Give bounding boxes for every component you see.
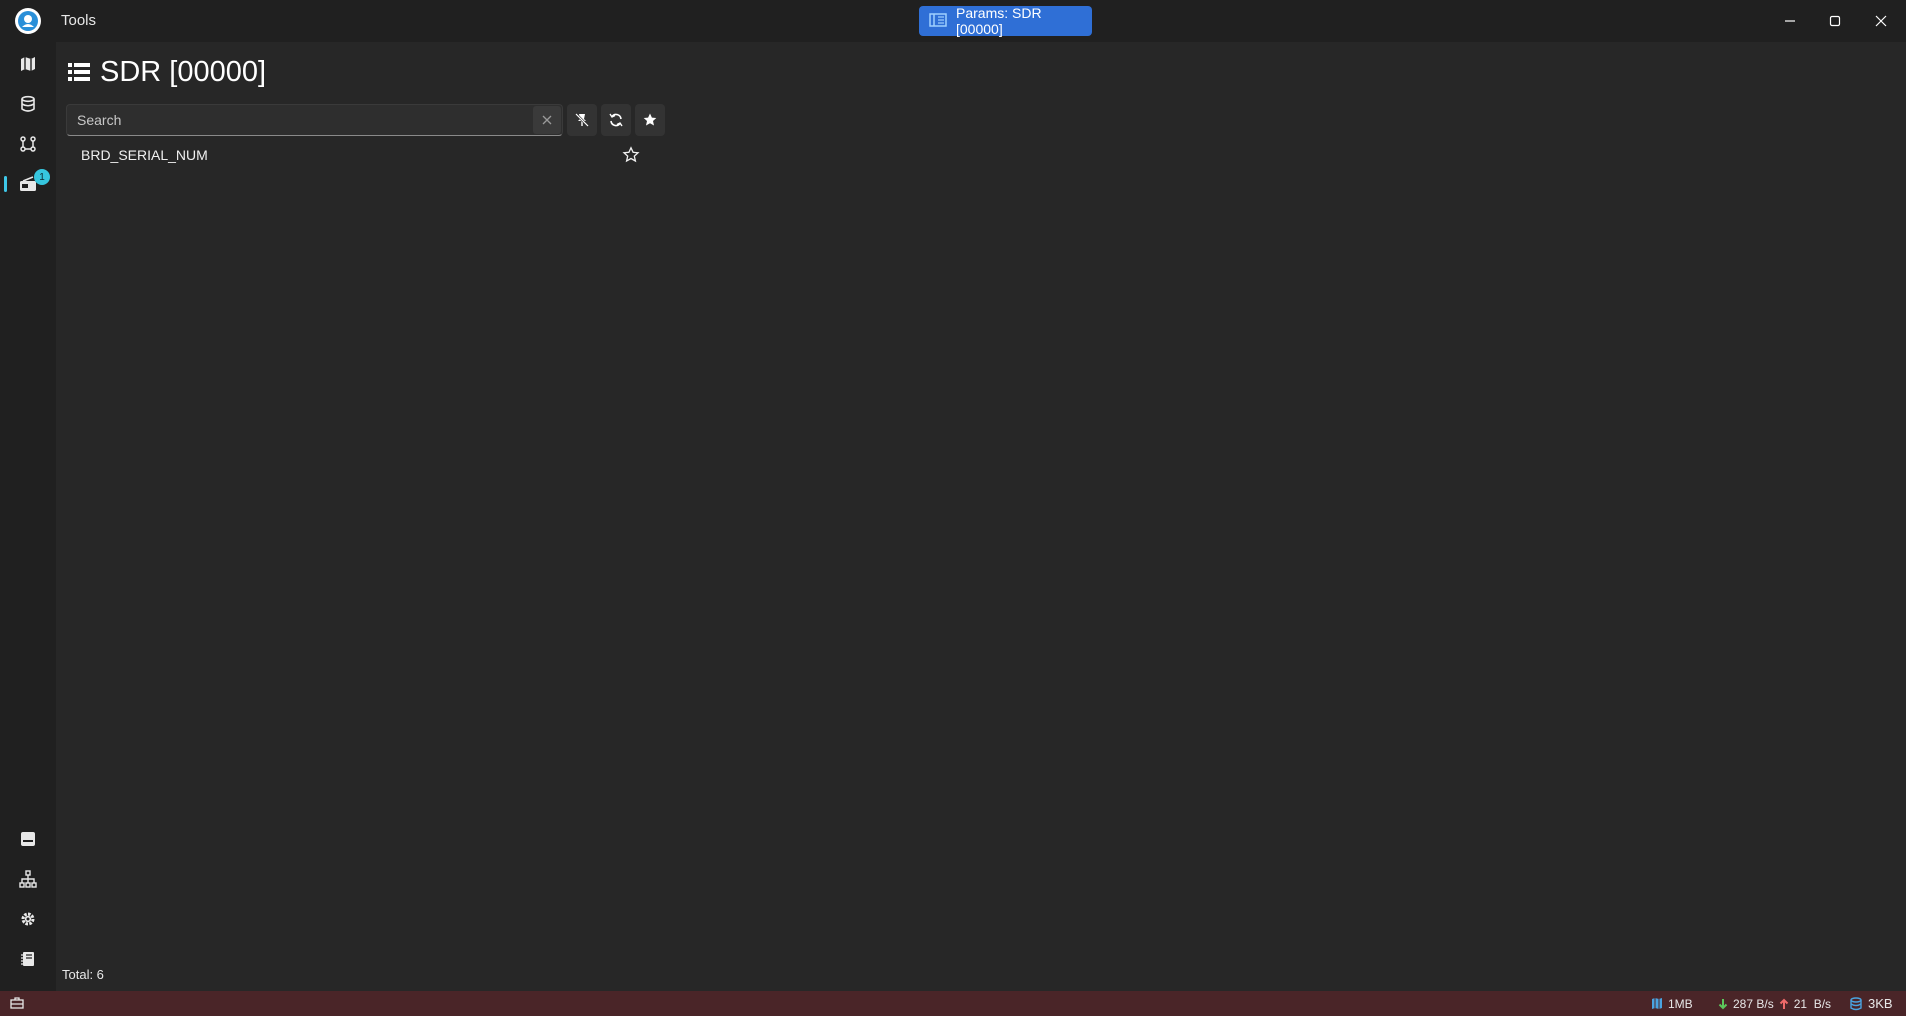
title-bar: Tools Params: SDR [00000]: [0, 0, 1906, 42]
storage-size: 3KB: [1868, 996, 1893, 1011]
rx-rate: 287 B/s: [1733, 996, 1774, 1011]
search-input[interactable]: [67, 105, 517, 135]
card-icon: [21, 832, 35, 846]
params-tab-label: Params: SDR [00000]: [956, 5, 1042, 37]
map-icon: [1652, 998, 1662, 1009]
param-row[interactable]: BRD_SERIAL_NUM: [66, 140, 706, 170]
params-tab[interactable]: Params: SDR [00000]: [919, 5, 1092, 37]
status-bar: 1MB 287 B/s 21 B/s 3KB: [0, 991, 1906, 1016]
app-title: Tools: [61, 12, 97, 29]
pin-off-icon: [575, 113, 589, 127]
star-outline-icon[interactable]: [622, 146, 640, 164]
sidebar: 1: [0, 42, 56, 991]
list-icon: [68, 63, 90, 81]
close-icon: [1875, 15, 1887, 27]
sidebar-item-graph[interactable]: [8, 127, 48, 161]
page-title: SDR [00000]: [68, 54, 266, 90]
network-icon: [19, 870, 37, 888]
page-title-text: SDR [00000]: [100, 55, 267, 88]
search-box: [66, 104, 563, 136]
minimize-button[interactable]: [1772, 6, 1808, 36]
sidebar-item-card[interactable]: [8, 822, 48, 856]
graph-icon: [20, 136, 36, 152]
arrow-down-icon: [1718, 998, 1728, 1009]
refresh-button[interactable]: [601, 104, 631, 136]
map-icon: [21, 57, 35, 71]
sidebar-item-network[interactable]: [8, 862, 48, 896]
map-cache-size: 1MB: [1668, 996, 1693, 1011]
arrow-up-icon: [1779, 998, 1788, 1009]
star-filled-icon: [643, 113, 657, 126]
log-icon: [21, 952, 34, 966]
gear-icon: [21, 912, 35, 926]
search-clear-button[interactable]: [533, 106, 561, 134]
filter-unpinned-button[interactable]: [567, 104, 597, 136]
toolbox-icon[interactable]: [10, 996, 24, 1013]
minimize-icon: [1785, 20, 1795, 22]
total-count: Total: 6: [62, 967, 104, 982]
database-icon: [1850, 996, 1862, 1010]
tx-rate: 21 B/s: [1793, 996, 1832, 1011]
app-window: Tools Params: SDR [00000] 1 SDR [00000] …: [0, 0, 1906, 1016]
sidebar-item-settings[interactable]: [8, 902, 48, 936]
sidebar-item-map[interactable]: [8, 47, 48, 81]
storage-status[interactable]: 3KB: [1849, 996, 1893, 1011]
close-icon: [542, 115, 552, 125]
database-icon: [21, 95, 35, 112]
link-rate-status[interactable]: 287 B/s 21 B/s: [1718, 996, 1831, 1011]
notification-badge: 1: [34, 169, 50, 185]
refresh-icon: [609, 113, 623, 127]
favorites-filter-button[interactable]: [635, 104, 665, 136]
map-cache-status[interactable]: 1MB: [1651, 996, 1693, 1011]
params-tab-icon: [929, 12, 947, 31]
maximize-icon: [1829, 15, 1841, 27]
maximize-button[interactable]: [1817, 6, 1853, 36]
app-logo-icon[interactable]: [15, 8, 41, 34]
sidebar-item-log[interactable]: [8, 942, 48, 976]
param-name: BRD_SERIAL_NUM: [81, 147, 208, 163]
sidebar-item-database[interactable]: [8, 87, 48, 121]
main-content: SDR [00000] Search BRD_SERIAL_NUM Total:…: [56, 42, 1906, 991]
close-window-button[interactable]: [1863, 6, 1899, 36]
sidebar-item-radio[interactable]: 1: [4, 167, 50, 201]
